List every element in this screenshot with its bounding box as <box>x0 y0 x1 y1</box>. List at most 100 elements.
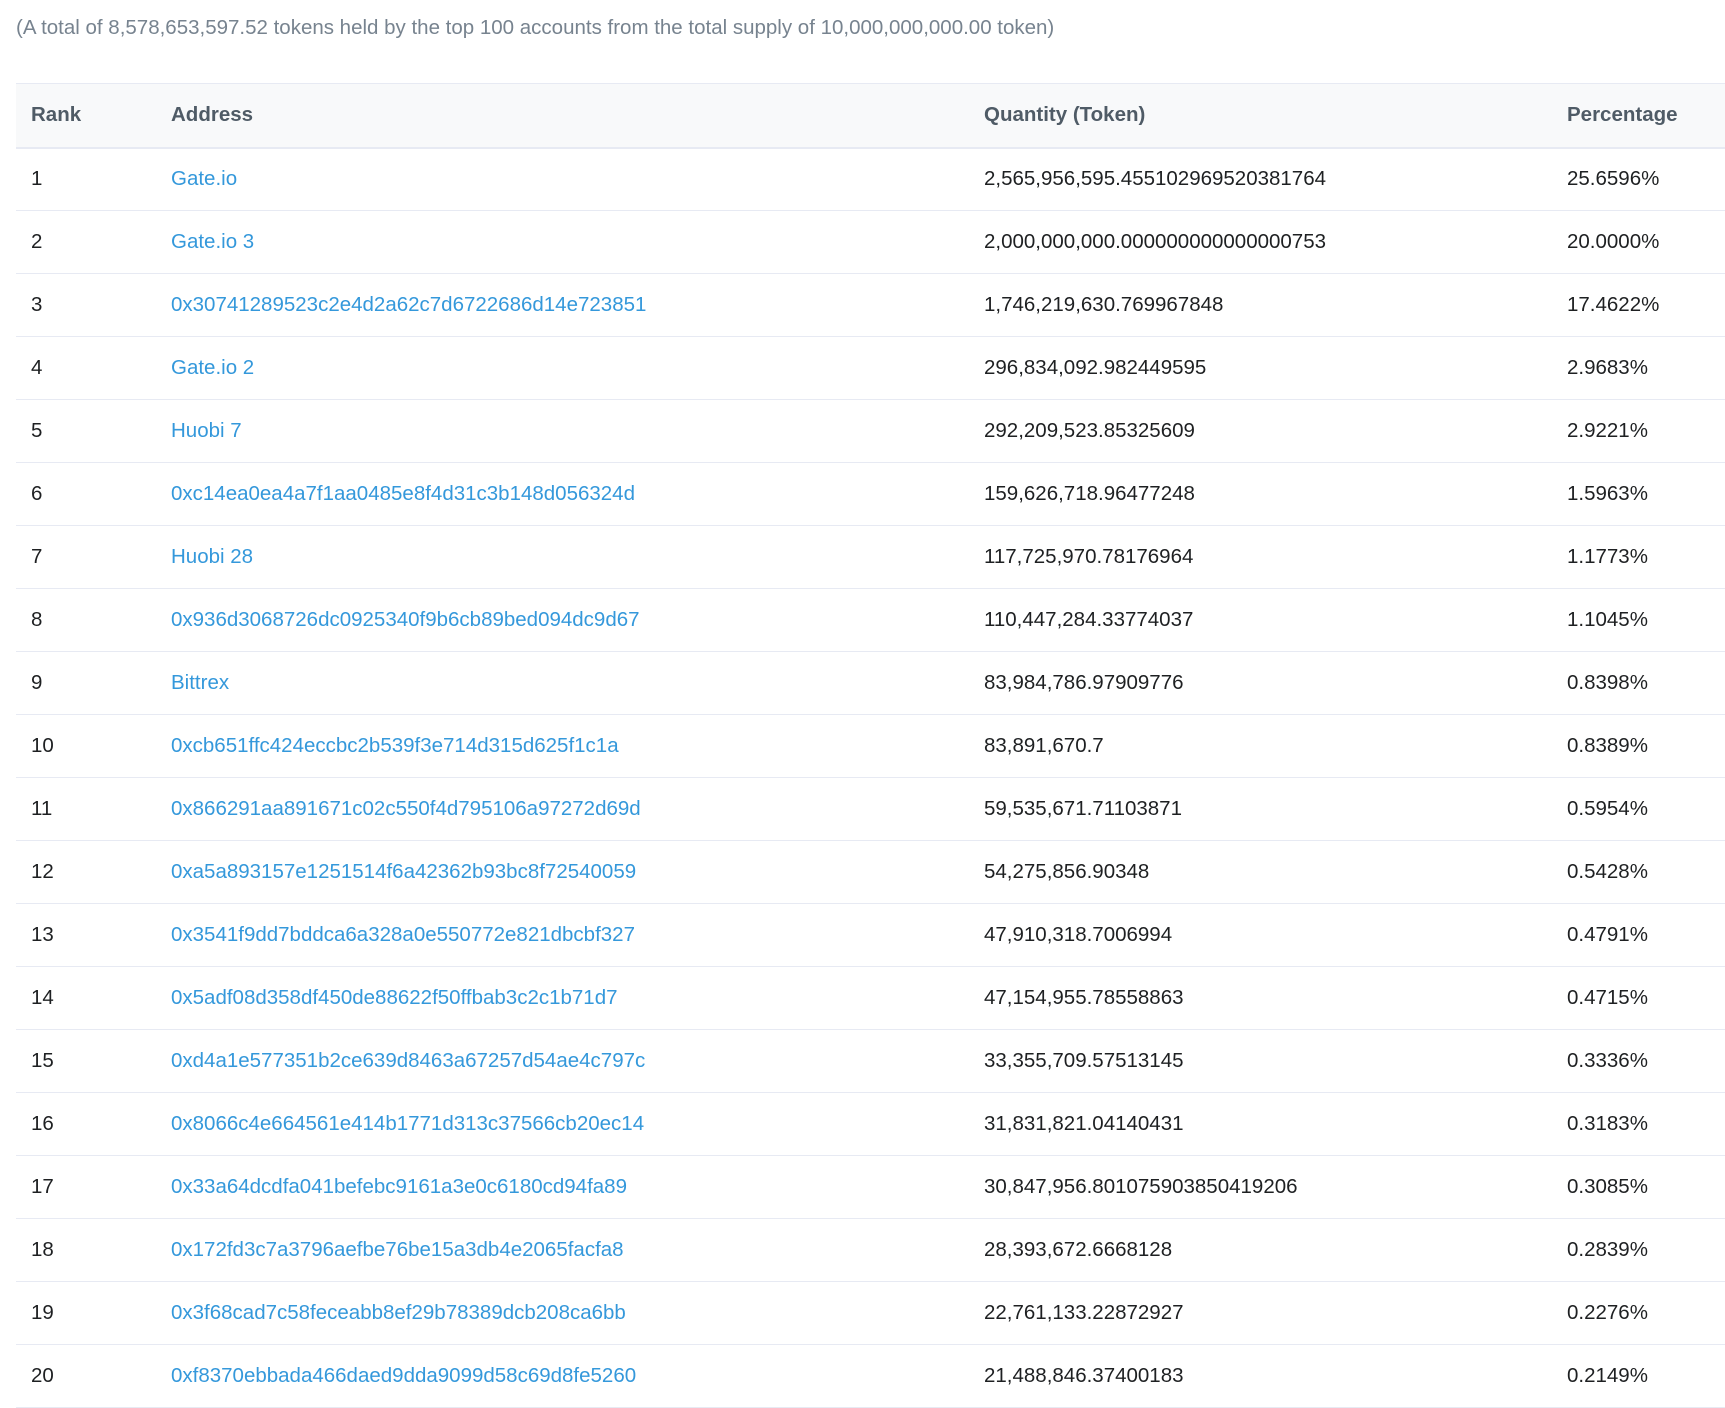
address-link[interactable]: 0x8066c4e664561e414b1771d313c37566cb20ec… <box>171 1112 644 1135</box>
table-row: 16 0x8066c4e664561e414b1771d313c37566cb20… <box>16 1092 1725 1156</box>
quantity-cell: 33,355,709.57513145 <box>969 1029 1552 1093</box>
percentage-cell: 0.3183% <box>1552 1092 1725 1156</box>
address-cell: 0x3541f9dd7bddca6a328a0e550772e821dbcbf3… <box>156 903 969 967</box>
quantity-cell: 292,209,523.85325609 <box>969 399 1552 463</box>
column-header-address: Address <box>156 83 969 149</box>
quantity-cell: 83,984,786.97909776 <box>969 651 1552 715</box>
address-cell: 0x30741289523c2e4d2a62c7d6722686d14e7238… <box>156 273 969 337</box>
address-cell: 0xf8370ebbada466daed9dda9099d58c69d8fe52… <box>156 1344 969 1408</box>
rank-cell: 6 <box>16 462 156 526</box>
token-holders-table: Rank Address Quantity (Token) Percentage… <box>16 83 1725 1408</box>
rank-cell: 16 <box>16 1092 156 1156</box>
quantity-cell: 2,000,000,000.000000000000000753 <box>969 210 1552 274</box>
address-link[interactable]: 0x936d3068726dc0925340f9b6cb89bed094dc9d… <box>171 608 640 631</box>
address-link[interactable]: 0xa5a893157e1251514f6a42362b93bc8f725400… <box>171 860 636 883</box>
quantity-cell: 21,488,846.37400183 <box>969 1344 1552 1408</box>
address-link[interactable]: 0x33a64dcdfa041befebc9161a3e0c6180cd94fa… <box>171 1175 627 1198</box>
address-link[interactable]: 0x5adf08d358df450de88622f50ffbab3c2c1b71… <box>171 986 618 1009</box>
address-cell: Gate.io 3 <box>156 210 969 274</box>
quantity-cell: 2,565,956,595.455102969520381764 <box>969 147 1552 211</box>
rank-cell: 3 <box>16 273 156 337</box>
percentage-cell: 2.9221% <box>1552 399 1725 463</box>
rank-cell: 5 <box>16 399 156 463</box>
address-link[interactable]: Gate.io 2 <box>171 356 254 379</box>
percentage-cell: 2.9683% <box>1552 336 1725 400</box>
quantity-cell: 159,626,718.96477248 <box>969 462 1552 526</box>
table-header: Rank Address Quantity (Token) Percentage <box>16 83 1725 149</box>
quantity-cell: 54,275,856.90348 <box>969 840 1552 904</box>
table-row: 1 Gate.io 2,565,956,595.455102969520381764… <box>16 147 1725 211</box>
address-link[interactable]: Huobi 28 <box>171 545 253 568</box>
percentage-cell: 1.1773% <box>1552 525 1725 589</box>
address-link[interactable]: 0x3f68cad7c58feceabb8ef29b78389dcb208ca6… <box>171 1301 626 1324</box>
address-link[interactable]: 0x3541f9dd7bddca6a328a0e550772e821dbcbf3… <box>171 923 635 946</box>
address-link[interactable]: 0xf8370ebbada466daed9dda9099d58c69d8fe52… <box>171 1364 636 1387</box>
rank-cell: 1 <box>16 147 156 211</box>
quantity-cell: 31,831,821.04140431 <box>969 1092 1552 1156</box>
address-link[interactable]: 0xcb651ffc424eccbc2b539f3e714d315d625f1c… <box>171 734 619 757</box>
address-cell: 0x5adf08d358df450de88622f50ffbab3c2c1b71… <box>156 966 969 1030</box>
percentage-cell: 0.4791% <box>1552 903 1725 967</box>
rank-cell: 14 <box>16 966 156 1030</box>
address-link[interactable]: Bittrex <box>171 671 229 694</box>
percentage-cell: 0.3336% <box>1552 1029 1725 1093</box>
percentage-cell: 0.5428% <box>1552 840 1725 904</box>
percentage-cell: 25.6596% <box>1552 147 1725 211</box>
rank-cell: 19 <box>16 1281 156 1345</box>
percentage-cell: 17.4622% <box>1552 273 1725 337</box>
percentage-cell: 20.0000% <box>1552 210 1725 274</box>
address-link[interactable]: 0x866291aa891671c02c550f4d795106a97272d6… <box>171 797 641 820</box>
table-row: 8 0x936d3068726dc0925340f9b6cb89bed094dc9… <box>16 588 1725 652</box>
address-link[interactable]: 0xd4a1e577351b2ce639d8463a67257d54ae4c79… <box>171 1049 645 1072</box>
address-link[interactable]: 0xc14ea0ea4a7f1aa0485e8f4d31c3b148d05632… <box>171 482 635 505</box>
percentage-cell: 1.5963% <box>1552 462 1725 526</box>
rank-cell: 8 <box>16 588 156 652</box>
quantity-cell: 1,746,219,630.769967848 <box>969 273 1552 337</box>
percentage-cell: 0.2839% <box>1552 1218 1725 1282</box>
holders-summary: (A total of 8,578,653,597.52 tokens held… <box>16 16 1055 39</box>
quantity-cell: 30,847,956.801075903850419206 <box>969 1155 1552 1219</box>
address-cell: 0x172fd3c7a3796aefbe76be15a3db4e2065facf… <box>156 1218 969 1282</box>
column-header-percentage: Percentage <box>1552 83 1725 149</box>
quantity-cell: 22,761,133.22872927 <box>969 1281 1552 1345</box>
address-cell: 0x866291aa891671c02c550f4d795106a97272d6… <box>156 777 969 841</box>
address-link[interactable]: 0x172fd3c7a3796aefbe76be15a3db4e2065facf… <box>171 1238 624 1261</box>
table-row: 11 0x866291aa891671c02c550f4d795106a97272… <box>16 777 1725 841</box>
address-link[interactable]: Gate.io <box>171 167 237 190</box>
rank-cell: 20 <box>16 1344 156 1408</box>
address-cell: Bittrex <box>156 651 969 715</box>
address-cell: 0xd4a1e577351b2ce639d8463a67257d54ae4c79… <box>156 1029 969 1093</box>
quantity-cell: 59,535,671.71103871 <box>969 777 1552 841</box>
quantity-cell: 296,834,092.982449595 <box>969 336 1552 400</box>
table-row: 14 0x5adf08d358df450de88622f50ffbab3c2c1b… <box>16 966 1725 1030</box>
quantity-cell: 110,447,284.33774037 <box>969 588 1552 652</box>
percentage-cell: 0.3085% <box>1552 1155 1725 1219</box>
address-link[interactable]: Huobi 7 <box>171 419 242 442</box>
table-row: 15 0xd4a1e577351b2ce639d8463a67257d54ae4c… <box>16 1029 1725 1093</box>
rank-cell: 7 <box>16 525 156 589</box>
rank-cell: 18 <box>16 1218 156 1282</box>
quantity-cell: 47,910,318.7006994 <box>969 903 1552 967</box>
rank-cell: 2 <box>16 210 156 274</box>
rank-cell: 10 <box>16 714 156 778</box>
percentage-cell: 0.8389% <box>1552 714 1725 778</box>
address-link[interactable]: 0x30741289523c2e4d2a62c7d6722686d14e7238… <box>171 293 646 316</box>
rank-cell: 15 <box>16 1029 156 1093</box>
table-row: 19 0x3f68cad7c58feceabb8ef29b78389dcb208c… <box>16 1281 1725 1345</box>
percentage-cell: 0.4715% <box>1552 966 1725 1030</box>
address-cell: Gate.io 2 <box>156 336 969 400</box>
table-row: 2 Gate.io 3 2,000,000,000.0000000000000007… <box>16 210 1725 274</box>
quantity-cell: 117,725,970.78176964 <box>969 525 1552 589</box>
rank-cell: 9 <box>16 651 156 715</box>
table-row: 6 0xc14ea0ea4a7f1aa0485e8f4d31c3b148d0563… <box>16 462 1725 526</box>
address-cell: 0x8066c4e664561e414b1771d313c37566cb20ec… <box>156 1092 969 1156</box>
column-header-rank: Rank <box>16 83 156 149</box>
address-cell: 0x3f68cad7c58feceabb8ef29b78389dcb208ca6… <box>156 1281 969 1345</box>
quantity-cell: 47,154,955.78558863 <box>969 966 1552 1030</box>
table-row: 3 0x30741289523c2e4d2a62c7d6722686d14e723… <box>16 273 1725 337</box>
address-cell: Huobi 28 <box>156 525 969 589</box>
address-link[interactable]: Gate.io 3 <box>171 230 254 253</box>
quantity-cell: 28,393,672.6668128 <box>969 1218 1552 1282</box>
table-row: 17 0x33a64dcdfa041befebc9161a3e0c6180cd94… <box>16 1155 1725 1219</box>
table-row: 5 Huobi 7 292,209,523.85325609 2.9221% <box>16 399 1725 463</box>
